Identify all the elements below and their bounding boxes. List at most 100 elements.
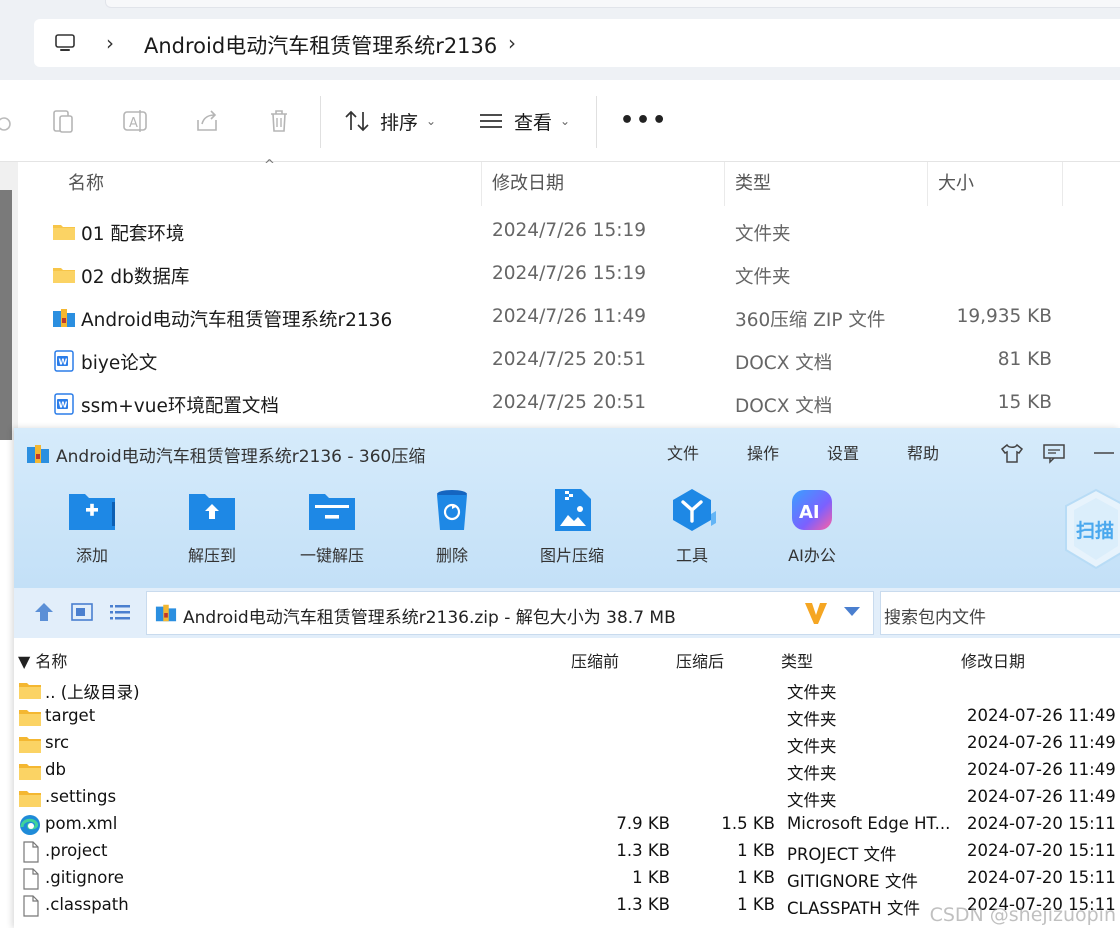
chevron-right-icon[interactable]: › [106,32,122,54]
tools-label: 工具 [675,546,708,565]
column-header-type[interactable]: 类型 [781,648,813,672]
navigation-pane-scroll[interactable] [0,190,12,440]
image-compress-icon [555,489,591,531]
add-label: 添加 [75,546,108,565]
column-header-after[interactable]: 压缩后 [676,648,724,672]
sort-button[interactable]: 排序 ⌄ [344,104,436,138]
item-date: 2024-07-26 11:49 [967,787,1116,806]
menu-help[interactable]: 帮助 [907,440,939,464]
list-item[interactable]: target 文件夹 2024-07-26 11:49 [14,703,1120,730]
computer-icon[interactable] [54,32,76,54]
search-placeholder: 搜索包内文件 [884,608,986,628]
breadcrumb-current-folder[interactable]: Android电动汽车租赁管理系统r2136 [144,30,497,60]
thumbnail-view-icon[interactable] [70,600,94,624]
column-header-size[interactable]: 大小 [928,162,1063,206]
column-header-before[interactable]: 压缩前 [571,648,619,672]
extract-to-button[interactable]: 解压到 [162,488,262,574]
list-item[interactable]: .gitignore 1 KB 1 KB GITIGNORE 文件 2024-0… [14,865,1120,892]
dropdown-arrow-icon[interactable] [843,604,861,618]
item-size-after: 1 KB [737,868,775,887]
minimize-icon[interactable] [1092,442,1116,464]
rename-icon[interactable]: A [120,106,150,136]
tools-button[interactable]: 工具 [642,488,742,574]
ai-office-button[interactable]: AI AI办公 [762,488,862,574]
column-header-modified[interactable]: 修改日期 [961,648,1025,672]
file-row[interactable]: 01 配套环境 2024/7/26 15:19 文件夹 [40,210,1080,253]
paste-icon[interactable] [48,106,78,136]
column-header-modified[interactable]: 修改日期 [482,162,725,206]
delete-icon[interactable] [264,106,294,136]
menu-operation[interactable]: 操作 [747,440,779,464]
list-item[interactable]: .. (上级目录) 文件夹 [14,676,1120,703]
view-button[interactable]: 查看 ⌄ [478,104,570,138]
extract-to-icon [189,494,235,530]
file-row[interactable]: W ssm+vue环境配置文档 2024/7/25 20:51 DOCX 文档 … [40,382,1080,425]
watermark-text: CSDN @shejizuopin [929,904,1116,926]
menu-file[interactable]: 文件 [667,440,699,464]
file-row[interactable]: Android电动汽车租赁管理系统r2136 2024/7/26 11:49 3… [40,296,1080,339]
item-type: 文件夹 [787,710,837,729]
svg-text:AI: AI [799,502,820,523]
zip-app-icon [27,445,49,463]
skin-shirt-icon[interactable] [1000,442,1024,464]
more-options-button[interactable]: ••• [620,108,668,133]
file-date: 2024/7/25 20:51 [492,349,647,370]
file-name: ssm+vue环境配置文档 [81,396,279,417]
list-item[interactable]: .project 1.3 KB 1 KB PROJECT 文件 2024-07-… [14,838,1120,865]
share-icon[interactable] [192,106,222,136]
scan-label: 扫描 [1076,520,1115,542]
image-compress-button[interactable]: 图片压缩 [522,488,622,574]
item-size-after: 1 KB [737,895,775,914]
delete-button[interactable]: 删除 [402,488,502,574]
column-header-type[interactable]: 类型 [725,162,928,206]
list-view-icon[interactable] [108,600,132,624]
file-row[interactable]: 02 db数据库 2024/7/26 15:19 文件夹 [40,253,1080,296]
list-item[interactable]: .settings 文件夹 2024-07-26 11:49 [14,784,1120,811]
item-type: 文件夹 [787,791,837,810]
archive-path-box[interactable]: Android电动汽车租赁管理系统r2136.zip - 解包大小为 38.7 … [146,591,874,635]
one-click-extract-button[interactable]: 一键解压 [282,488,382,574]
list-item[interactable]: db 文件夹 2024-07-26 11:49 [14,757,1120,784]
item-type: GITIGNORE 文件 [787,872,918,891]
up-arrow-icon[interactable] [32,600,56,624]
file-size: 15 KB [997,392,1052,413]
item-name: src [45,733,70,752]
feedback-icon[interactable] [1042,442,1066,464]
svg-text:W: W [59,401,68,410]
scan-button[interactable]: 扫描 [1064,488,1120,570]
menu-settings[interactable]: 设置 [827,440,859,464]
column-header-name[interactable]: ▼ 名称 [18,648,67,672]
list-item[interactable]: src 文件夹 2024-07-26 11:49 [14,730,1120,757]
item-size-before: 1 KB [632,868,670,887]
one-click-extract-icon [309,494,355,530]
add-button[interactable]: 添加 [42,488,142,574]
blank-file-icon [23,841,39,863]
cut-icon[interactable] [0,106,16,136]
chevron-down-icon: ⌄ [426,114,437,128]
svg-text:A: A [129,116,138,131]
file-type: DOCX 文档 [735,353,833,374]
archive-path-text: Android电动汽车租赁管理系统r2136.zip - 解包大小为 38.7 … [183,608,676,628]
toolbar-separator [320,96,321,148]
item-size-before: 1.3 KB [616,841,670,860]
item-name: .. (上级目录) [45,683,140,702]
file-date: 2024/7/26 11:49 [492,306,647,327]
column-header-name[interactable]: 名称 [58,162,482,206]
file-name: Android电动汽车租赁管理系统r2136 [81,310,393,331]
item-name: .classpath [45,895,129,914]
file-size: 81 KB [997,349,1052,370]
path-bar: Android电动汽车租赁管理系统r2136.zip - 解包大小为 38.7 … [14,588,1120,638]
file-name: 01 配套环境 [81,224,185,245]
delete-label: 删除 [435,546,468,565]
item-size-before: 1.3 KB [616,895,670,914]
chevron-right-icon[interactable]: › [508,32,524,54]
archive-search-input[interactable]: 搜索包内文件 [880,591,1120,635]
file-row[interactable]: W biye论文 2024/7/25 20:51 DOCX 文档 81 KB [40,339,1080,382]
v-logo-icon[interactable] [803,600,829,626]
file-date: 2024/7/25 20:51 [492,392,647,413]
list-item[interactable]: pom.xml 7.9 KB 1.5 KB Microsoft Edge HT.… [14,811,1120,838]
chevron-down-icon: ⌄ [560,114,571,128]
item-date: 2024-07-26 11:49 [967,760,1116,779]
address-bar[interactable]: › Android电动汽车租赁管理系统r2136 › [34,19,1120,67]
zip-archive-icon [53,309,75,327]
